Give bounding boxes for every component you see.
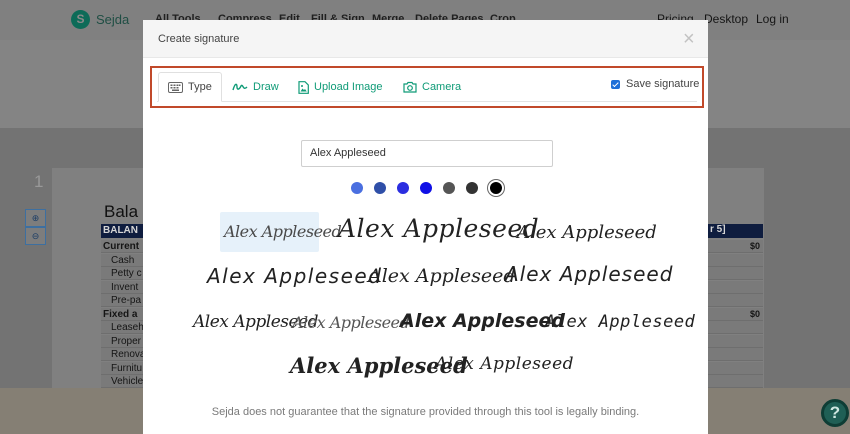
table-row-label: Cash	[111, 254, 135, 266]
table-row-label: Leaseh	[111, 322, 144, 333]
tab-upload-image-label: Upload Image	[314, 81, 383, 93]
help-button[interactable]: ?	[821, 399, 849, 427]
signature-option-8[interactable]: Alex Appleseed	[292, 313, 410, 332]
tab-draw[interactable]: Draw	[232, 72, 279, 102]
zoom-out-icon[interactable]: ⊖	[25, 227, 46, 245]
modal-header: Create signature ×	[143, 20, 708, 58]
sejda-logo-icon[interactable]: S	[71, 10, 90, 29]
save-signature-toggle[interactable]: Save signature	[611, 78, 699, 90]
table-row-value: $0	[750, 308, 761, 319]
signature-option-10[interactable]: Alex Appleseed	[545, 312, 695, 332]
signature-option-9[interactable]: Alex Appleseed	[400, 310, 565, 332]
signature-option-3[interactable]: Alex Appleseed	[517, 222, 657, 243]
close-icon[interactable]: ×	[683, 29, 695, 49]
nav-login[interactable]: Log in	[756, 12, 789, 26]
signature-option-12[interactable]: Alex Appleseed	[435, 354, 574, 374]
save-signature-checkbox[interactable]	[611, 79, 620, 89]
tab-camera-label: Camera	[422, 81, 462, 93]
signature-option-6[interactable]: Alex Appleseed	[505, 262, 673, 286]
color-swatch-4[interactable]	[420, 182, 432, 194]
pen-scribble-icon	[232, 83, 248, 91]
page-number: 1	[34, 172, 44, 191]
tab-type-label: Type	[188, 81, 212, 93]
tab-type[interactable]: Type	[158, 72, 222, 102]
table-row-label: Fixed a	[103, 308, 138, 320]
table-row-label: Pre-pa	[111, 295, 142, 306]
table-header-left: BALAN	[103, 225, 138, 236]
color-swatch-5[interactable]	[443, 182, 455, 194]
signature-option-2[interactable]: Alex Appleseed	[338, 214, 539, 243]
tab-draw-label: Draw	[253, 81, 279, 93]
table-row-label: Invent	[111, 281, 139, 293]
tab-upload-image[interactable]: Upload Image	[298, 72, 383, 102]
color-swatch-1[interactable]	[351, 182, 363, 194]
color-swatch-7[interactable]	[490, 182, 502, 194]
document-title: Bala	[104, 202, 139, 221]
table-row-label: Proper	[111, 335, 142, 347]
brand-name[interactable]: Sejda	[96, 12, 129, 27]
color-swatch-3[interactable]	[397, 182, 409, 194]
table-row-label: Vehicle	[111, 376, 144, 387]
color-swatch-6[interactable]	[466, 182, 478, 194]
tab-camera[interactable]: Camera	[403, 72, 461, 102]
legal-disclaimer: Sejda does not guarantee that the signat…	[211, 406, 640, 418]
signature-option-5[interactable]: Alex Appleseed	[368, 265, 516, 287]
signature-option-4[interactable]: Alex Appleseed	[207, 264, 382, 288]
signature-name-input[interactable]: Alex Appleseed	[301, 140, 553, 167]
zoom-in-icon[interactable]: ⊕	[25, 209, 46, 227]
table-row-label: Renova	[111, 349, 146, 360]
signature-option-1[interactable]: Alex Appleseed	[224, 222, 342, 241]
keyboard-icon	[168, 81, 183, 93]
table-header-right: r 5]	[710, 224, 726, 235]
nav-desktop[interactable]: Desktop	[704, 12, 748, 26]
image-file-icon	[298, 80, 309, 94]
table-row-label: Furnitu	[111, 362, 143, 374]
save-signature-label: Save signature	[626, 78, 700, 90]
camera-icon	[403, 81, 417, 93]
color-swatch-2[interactable]	[374, 182, 386, 194]
table-row-label: Petty c	[111, 268, 142, 279]
modal-title: Create signature	[158, 33, 240, 45]
table-row-value: $0	[750, 241, 761, 251]
table-row-label: Current	[103, 241, 140, 252]
